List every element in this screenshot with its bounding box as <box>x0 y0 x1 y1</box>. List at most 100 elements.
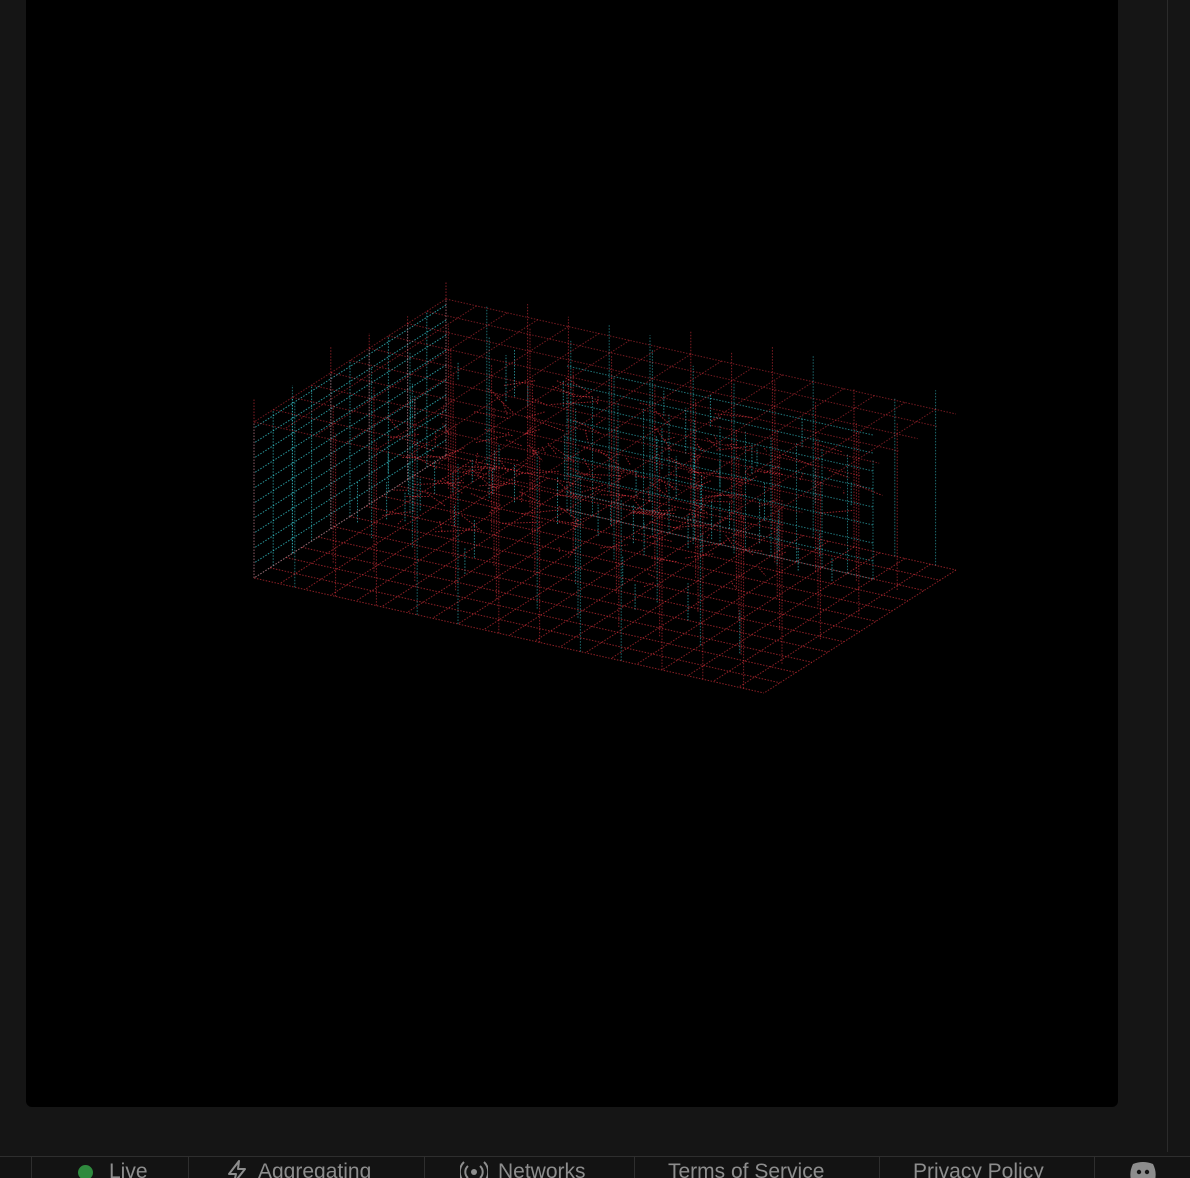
point-cloud-line <box>593 476 601 479</box>
point-cloud-line <box>314 312 508 437</box>
point-cloud-line <box>668 473 693 480</box>
point-cloud-line <box>426 310 937 427</box>
point-cloud-line <box>658 479 681 492</box>
point-cloud-line <box>552 446 575 463</box>
footer-divider <box>634 1157 635 1178</box>
point-cloud-line <box>636 532 672 542</box>
point-cloud-line <box>413 482 465 485</box>
point-cloud-line <box>732 539 754 556</box>
broadcast-icon <box>458 1160 490 1178</box>
point-cloud-line <box>500 521 543 524</box>
footer-discord-link[interactable] <box>1128 1160 1158 1178</box>
footer-terms-link[interactable]: Terms of Service <box>668 1160 824 1178</box>
point-cloud-line <box>424 491 446 507</box>
point-cloud-line <box>279 460 472 585</box>
point-cloud-line <box>397 485 909 602</box>
point-cloud-line <box>700 494 721 500</box>
point-cloud-line <box>726 443 738 446</box>
footer-live-label: Live <box>109 1160 148 1178</box>
point-cloud-line <box>535 447 541 452</box>
point-cloud-line <box>673 524 711 528</box>
footer-aggregating[interactable]: Aggregating <box>226 1160 371 1178</box>
point-cloud-line <box>317 536 829 653</box>
point-cloud-viewer[interactable] <box>26 0 1118 1107</box>
point-cloud-line <box>521 509 562 515</box>
point-cloud-line <box>534 517 727 642</box>
footer-divider <box>879 1157 880 1178</box>
footer-privacy-link[interactable]: Privacy Policy <box>913 1160 1044 1178</box>
point-cloud-line <box>571 516 587 524</box>
point-cloud-line <box>856 484 883 496</box>
footer-divider <box>31 1157 32 1178</box>
footer-live-status[interactable]: Live <box>78 1160 148 1178</box>
live-status-dot-icon <box>78 1165 93 1178</box>
point-cloud-line <box>499 460 509 472</box>
status-footer: Live Aggregating Networks Terms of Servi… <box>0 1156 1190 1178</box>
point-cloud-line <box>646 572 658 580</box>
footer-terms-label: Terms of Service <box>668 1160 825 1178</box>
point-cloud-line <box>541 446 546 454</box>
point-cloud-line <box>601 494 639 497</box>
point-cloud-line <box>647 488 650 502</box>
scrollbar-track[interactable] <box>1167 0 1168 1152</box>
point-cloud-line <box>376 326 569 451</box>
point-cloud-line <box>355 477 549 602</box>
point-cloud-line <box>693 499 734 503</box>
discord-icon <box>1128 1160 1158 1178</box>
footer-divider <box>1094 1157 1095 1178</box>
point-cloud-line <box>763 447 767 452</box>
point-cloud-line <box>636 540 829 665</box>
footer-divider <box>424 1157 425 1178</box>
point-cloud-line <box>618 468 625 480</box>
point-cloud-line <box>776 551 786 557</box>
point-cloud-line <box>813 442 842 453</box>
point-cloud-line <box>748 549 763 552</box>
point-cloud-line <box>745 464 752 472</box>
point-cloud-line <box>706 534 710 540</box>
point-cloud-line <box>566 365 874 436</box>
point-cloud-line <box>333 526 845 643</box>
point-cloud-line <box>712 558 906 682</box>
point-cloud-line <box>738 563 931 688</box>
footer-privacy-label: Privacy Policy <box>913 1160 1044 1178</box>
point-cloud-line <box>820 509 854 514</box>
point-cloud-line <box>556 380 572 389</box>
point-cloud-line <box>705 436 720 450</box>
point-cloud-line <box>269 567 781 684</box>
point-cloud-line <box>525 411 546 418</box>
point-cloud-line <box>349 516 861 632</box>
point-cloud-line <box>582 457 591 472</box>
point-cloud-line <box>713 435 718 442</box>
point-cloud-line <box>584 429 589 443</box>
point-cloud-red-layer <box>253 282 957 694</box>
point-cloud-line <box>730 581 738 590</box>
footer-aggregating-label: Aggregating <box>258 1160 372 1178</box>
point-cloud-line <box>724 533 735 547</box>
app-root: Live Aggregating Networks Terms of Servi… <box>0 0 1190 1178</box>
point-cloud-cyan-layer <box>253 299 937 661</box>
point-cloud-line <box>477 463 489 475</box>
point-cloud-line <box>365 505 877 622</box>
point-cloud-line <box>712 402 906 526</box>
lightning-bolt-icon <box>226 1160 248 1178</box>
point-cloud-line <box>397 519 403 525</box>
footer-networks[interactable]: Networks <box>458 1160 586 1178</box>
point-cloud-line <box>653 409 671 426</box>
point-cloud-line <box>625 457 631 465</box>
point-cloud-canvas[interactable] <box>26 0 1118 1107</box>
point-cloud-line <box>565 377 591 394</box>
point-cloud-line <box>301 546 813 663</box>
point-cloud-line <box>596 396 599 405</box>
point-cloud-line <box>581 446 608 456</box>
point-cloud-line <box>550 401 599 405</box>
point-cloud-line <box>664 484 668 493</box>
point-cloud-line <box>411 442 435 452</box>
footer-divider <box>188 1157 189 1178</box>
point-cloud-line <box>434 432 437 446</box>
point-cloud-line <box>285 557 797 673</box>
point-cloud-line <box>494 394 514 413</box>
point-cloud-line <box>664 436 677 441</box>
point-cloud-line <box>521 488 523 503</box>
point-cloud-line <box>759 568 767 577</box>
point-cloud-line <box>573 419 601 434</box>
